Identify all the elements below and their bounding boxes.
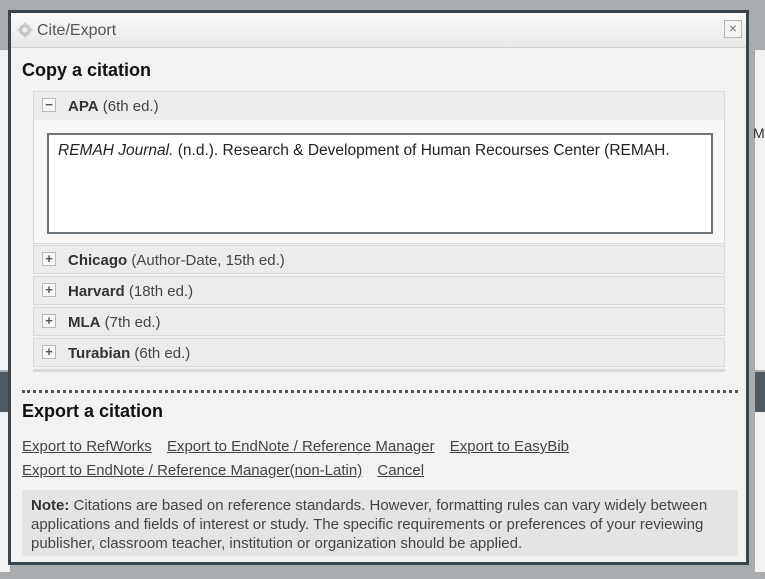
- note-text: Citations are based on reference standar…: [31, 497, 708, 552]
- style-label: Turabian (6th ed.): [68, 345, 191, 362]
- page-text-fragment: M/: [753, 125, 765, 141]
- page-background-right-lower: [755, 412, 765, 572]
- export-easybib-link[interactable]: Export to EasyBib: [450, 438, 569, 455]
- expand-icon[interactable]: +: [42, 252, 56, 266]
- style-header-chicago[interactable]: + Chicago (Author-Date, 15th ed.): [33, 245, 725, 274]
- page-background-right: [755, 50, 765, 370]
- style-header-mla[interactable]: + MLA (7th ed.): [33, 307, 725, 336]
- style-header-apa[interactable]: − APA (6th ed.): [33, 91, 725, 120]
- style-label: APA (6th ed.): [68, 98, 159, 115]
- expand-icon[interactable]: +: [42, 314, 56, 328]
- dialog-titlebar[interactable]: Cite/Export ×: [11, 13, 746, 48]
- expand-icon[interactable]: +: [42, 283, 56, 297]
- style-label: MLA (7th ed.): [68, 314, 161, 331]
- export-endnote-link[interactable]: Export to EndNote / Reference Manager: [167, 438, 435, 455]
- cite-export-dialog: Cite/Export × Copy a citation − APA (6th…: [8, 10, 749, 565]
- gear-icon: [17, 22, 33, 38]
- export-refworks-link[interactable]: Export to RefWorks: [22, 438, 152, 455]
- style-label: Chicago (Author-Date, 15th ed.): [68, 252, 285, 269]
- citation-style-accordion: − APA (6th ed.) REMAH Journal. (n.d.). R…: [33, 91, 725, 372]
- style-panel-apa: REMAH Journal. (n.d.). Research & Develo…: [33, 120, 725, 244]
- citation-text-box[interactable]: REMAH Journal. (n.d.). Research & Develo…: [47, 133, 713, 234]
- collapse-icon[interactable]: −: [42, 98, 56, 112]
- style-header-harvard[interactable]: + Harvard (18th ed.): [33, 276, 725, 305]
- citation-note: Note: Citations are based on reference s…: [22, 490, 738, 556]
- copy-citation-heading: Copy a citation: [22, 60, 152, 80]
- page-nav-bar-right: [755, 372, 765, 412]
- export-endnote-nonlatin-link[interactable]: Export to EndNote / Reference Manager(no…: [22, 462, 362, 479]
- export-citation-heading: Export a citation: [22, 401, 164, 421]
- expand-icon[interactable]: +: [42, 345, 56, 359]
- close-icon[interactable]: ×: [724, 20, 742, 38]
- style-header-turabian[interactable]: + Turabian (6th ed.): [33, 338, 725, 367]
- export-links: Export to RefWorks Export to EndNote / R…: [22, 435, 580, 483]
- note-label: Note:: [31, 497, 70, 514]
- accordion-bottom-edge: [33, 369, 725, 372]
- cancel-link[interactable]: Cancel: [377, 462, 424, 479]
- style-label: Harvard (18th ed.): [68, 283, 194, 300]
- dialog-title: Cite/Export: [37, 22, 117, 39]
- section-divider: [22, 390, 738, 393]
